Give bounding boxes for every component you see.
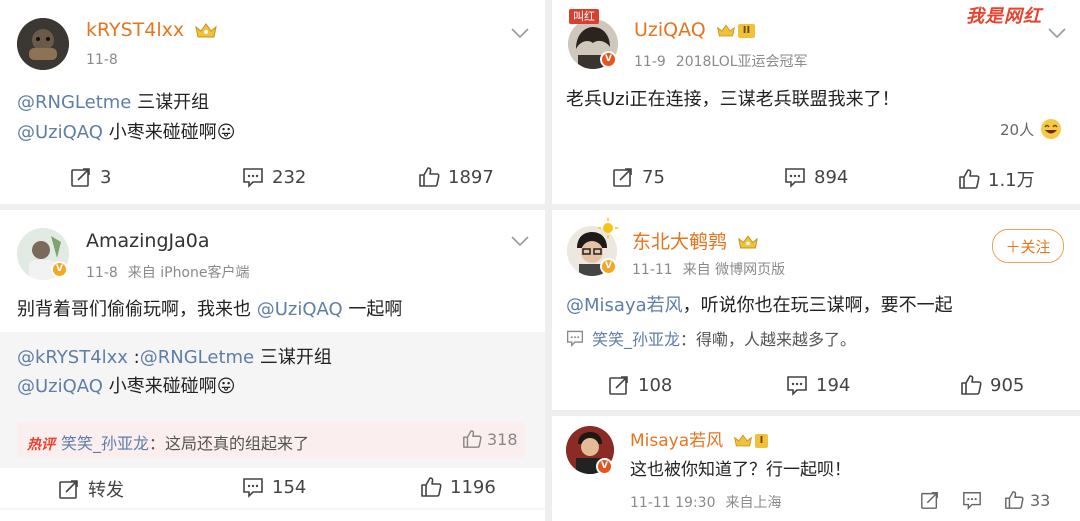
action-bar: 3 232 1897 xyxy=(0,158,545,198)
post-date: 11-8 xyxy=(86,52,118,68)
verified-badge: V xyxy=(600,51,617,68)
username[interactable]: AmazingJa0a xyxy=(86,230,209,252)
like-button[interactable]: 33 xyxy=(1004,490,1050,510)
crown-icon xyxy=(195,22,217,37)
action-bar: 108 194 905 xyxy=(552,366,1080,406)
commenter-name[interactable]: 笑笑_孙亚龙 xyxy=(61,434,149,453)
mention-link[interactable]: @RNGLetme xyxy=(17,92,131,113)
chevron-down-icon[interactable] xyxy=(510,26,530,40)
level-badge: I xyxy=(754,434,769,448)
thumbs-up-icon xyxy=(1005,491,1024,509)
mention-link[interactable]: @UziQAQ xyxy=(257,299,343,320)
comment-button[interactable]: 232 xyxy=(242,166,306,188)
level-badge: II xyxy=(737,23,756,38)
quote-line2: @UziQAQ 小枣来碰碰啊😛 xyxy=(17,376,236,397)
commenter-name[interactable]: 笑笑_孙亚龙 xyxy=(592,330,680,349)
repost-button[interactable]: 108 xyxy=(608,374,672,396)
comment-button[interactable]: 154 xyxy=(242,476,306,498)
repost-button[interactable]: 转发 xyxy=(58,476,124,502)
repost-button[interactable]: 75 xyxy=(612,166,665,188)
comment-icon xyxy=(243,168,263,188)
username[interactable]: UziQAQ II xyxy=(634,19,756,41)
like-button[interactable]: 1196 xyxy=(420,476,496,498)
post-text: @Misaya若风，听说你也在玩三谋啊，要不一起 xyxy=(566,295,953,316)
repost-button[interactable]: 3 xyxy=(70,166,111,188)
hot-comment-like[interactable]: 318 xyxy=(462,429,518,449)
chevron-down-icon[interactable] xyxy=(1047,26,1067,40)
mention-link[interactable]: @Misaya若风 xyxy=(566,295,683,316)
verified-badge: V xyxy=(596,458,613,475)
action-bar: 75 894 1.1万 xyxy=(552,158,1080,198)
username[interactable]: 东北大鹌鹑 xyxy=(632,227,759,254)
verified-badge: V xyxy=(51,261,68,278)
repost-icon xyxy=(71,168,90,187)
post-card-krystalxx: kRYST4lxx 11-8 @RNGLetme 三谋开组 @UziQAQ 小枣… xyxy=(0,0,545,204)
comment-text: 这也被你知道了？行一起呗！ xyxy=(630,460,851,480)
post-meta: 11-11 来自 微博网页版 xyxy=(632,262,786,278)
like-button[interactable]: 1.1万 xyxy=(958,166,1035,192)
comment-button[interactable]: 194 xyxy=(786,374,850,396)
thumbs-up-icon xyxy=(463,430,482,448)
username[interactable]: Misaya若风 I xyxy=(630,426,769,451)
repost-icon xyxy=(613,168,632,187)
reply-preview[interactable]: 笑笑_孙亚龙：得嘞，人越来越多了。 xyxy=(566,326,856,350)
reposted-content[interactable]: @kRYST4lxx :@RNGLetme 三谋开组 @UziQAQ 小枣来碰碰… xyxy=(0,332,545,510)
like-button[interactable]: 905 xyxy=(960,374,1024,396)
comment-icon[interactable] xyxy=(962,490,982,510)
comment-icon xyxy=(243,478,263,498)
comment-icon xyxy=(566,330,584,347)
avatar[interactable] xyxy=(17,18,69,70)
mention-link[interactable]: @RNGLetme xyxy=(140,347,254,368)
hot-comment[interactable]: 热评 笑笑_孙亚龙：这局还真的组起来了 318 xyxy=(17,422,525,458)
chevron-down-icon[interactable] xyxy=(510,234,530,248)
post-text-line1: @RNGLetme 三谋开组 xyxy=(17,92,210,113)
comment-icon xyxy=(785,168,805,188)
repost-icon xyxy=(609,376,628,395)
verified-badge: V xyxy=(600,258,617,275)
comment-card-misaya: V Misaya若风 I 这也被你知道了？行一起呗！ 11-11 19:30 来自… xyxy=(552,416,1080,521)
post-text: 老兵Uzi正在连接，三谋老兵联盟我来了！ xyxy=(566,89,900,110)
thumbs-up-icon xyxy=(421,477,442,497)
crown-icon xyxy=(738,235,758,249)
post-text: 别背着哥们偷偷玩啊，我来也 @UziQAQ 一起啊 xyxy=(17,299,403,320)
comment-actions: 33 xyxy=(920,490,1050,510)
hot-comment-tag: 热评 xyxy=(27,437,55,453)
follow-button[interactable]: ＋关注 xyxy=(992,229,1064,263)
like-button[interactable]: 1897 xyxy=(418,166,494,188)
mention-link[interactable]: @kRYST4lxx xyxy=(17,347,128,368)
thumbs-up-icon xyxy=(419,167,440,187)
laughing-emoji-icon xyxy=(1041,119,1062,139)
watermark-logo: 我是网红 xyxy=(966,6,1042,27)
comment-icon xyxy=(787,376,807,396)
crown-icon xyxy=(716,23,735,36)
sun-decoration-icon xyxy=(598,218,618,238)
crown-icon xyxy=(733,434,752,447)
thumbs-up-icon xyxy=(959,169,980,189)
comment-meta: 11-11 19:30 来自上海 xyxy=(630,495,782,511)
mention-link[interactable]: @UziQAQ xyxy=(17,122,103,143)
post-meta: 11-9 2018LOL亚运会冠军 xyxy=(634,54,808,70)
username[interactable]: kRYST4lxx xyxy=(86,19,218,41)
action-bar: 转发 154 1196 xyxy=(0,468,545,508)
mention-link[interactable]: @UziQAQ xyxy=(17,376,103,397)
post-meta: 11-8 来自 iPhone客户端 xyxy=(86,265,250,281)
post-card-amazingjaoa: V AmazingJa0a 11-8 来自 iPhone客户端 别背着哥们偷偷玩啊… xyxy=(0,210,545,521)
post-card-uziqaq: 叫红 V UziQAQ II 11-9 2018LOL亚运会冠军 我是网红 老兵U… xyxy=(552,0,1080,204)
quote-line1: @kRYST4lxx :@RNGLetme 三谋开组 xyxy=(17,347,332,368)
repost-icon xyxy=(59,480,78,499)
thumbs-up-icon xyxy=(961,375,982,395)
comment-button[interactable]: 894 xyxy=(784,166,848,188)
reaction-summary[interactable]: 20人 xyxy=(1000,118,1062,140)
post-card-dongbei: V 东北大鹌鹑 11-11 来自 微博网页版 ＋关注 @Misaya若风，听说你也… xyxy=(552,210,1080,410)
repost-icon[interactable] xyxy=(920,490,940,510)
avatar-tag: 叫红 xyxy=(569,9,599,24)
post-text-line2: @UziQAQ 小枣来碰碰啊😛 xyxy=(17,122,236,143)
